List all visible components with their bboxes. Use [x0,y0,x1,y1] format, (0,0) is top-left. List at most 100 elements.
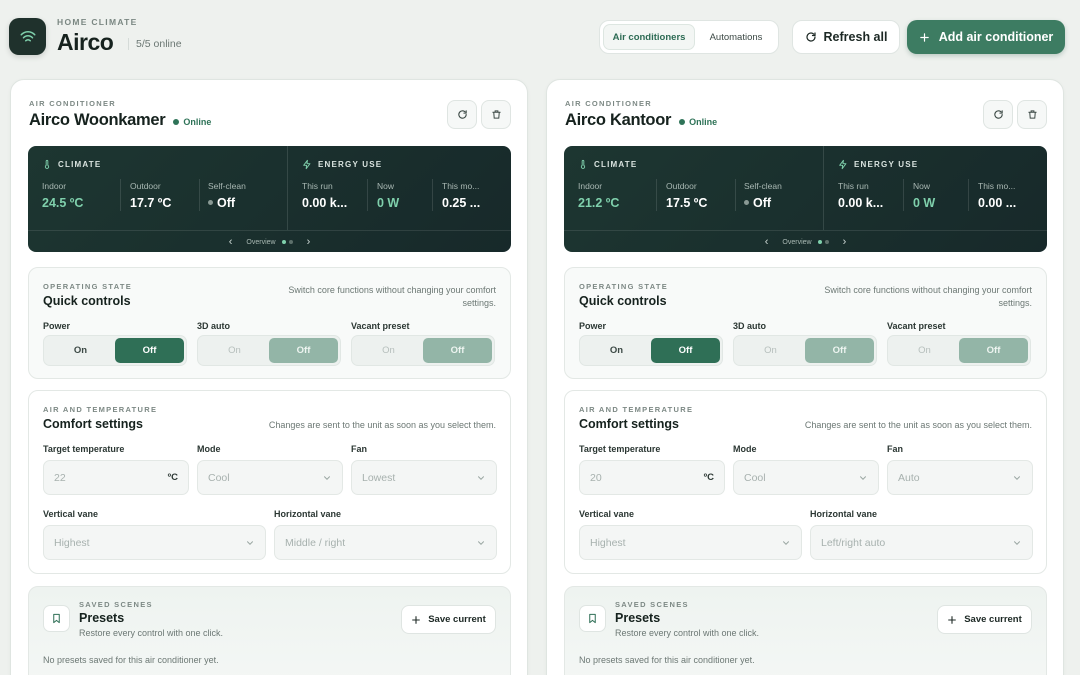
pager-label: Overview [782,238,812,246]
horizontal-vane-select[interactable]: Left/right auto [810,525,1033,560]
fan-label: Fan [887,444,904,454]
presets-panel: SAVED SCENES Presets Restore every contr… [28,586,511,675]
3d-auto-label: 3D auto [197,321,231,331]
refresh-all-button[interactable]: Refresh all [792,20,900,54]
3d-auto-off-option[interactable]: Off [805,338,874,363]
chevron-right-icon[interactable]: › [843,236,847,248]
3d-auto-on-option[interactable]: On [736,338,805,363]
power-label: Power [43,321,71,331]
metric-value: Off [744,196,782,210]
status-label: Online [689,116,718,127]
mode-select[interactable]: Cool [197,460,343,495]
vacant-off-option[interactable]: Off [423,338,492,363]
fan-select[interactable]: Auto [887,460,1033,495]
trash-icon [491,110,501,119]
delete-unit-button[interactable] [1017,100,1047,129]
fan-value: Lowest [362,471,396,484]
section-divider [287,146,288,230]
refresh-icon [993,110,1003,119]
quick-controls-panel: OPERATING STATE Quick controls Switch co… [564,267,1047,379]
metric-this-month: This mo... 0.25 ... [442,181,480,210]
3d-auto-label: 3D auto [733,321,767,331]
power-toggle: On Off [579,335,723,366]
refresh-icon [457,110,467,119]
vertical-vane-label: Vertical vane [579,509,635,519]
pager-dots [817,240,829,244]
panel-title: Presets [615,611,661,625]
metric-divider [968,179,969,211]
vacant-on-option[interactable]: On [354,338,423,363]
metric-label: This mo... [442,181,480,191]
power-on-option[interactable]: On [46,338,115,363]
3d-auto-on-option[interactable]: On [200,338,269,363]
metric-label: This mo... [978,181,1016,191]
card-eyebrow: AIR CONDITIONER [29,99,116,108]
status-dot [744,200,749,206]
panel-eyebrow: SAVED SCENES [615,600,689,609]
panel-description: Changes are sent to the unit as soon as … [268,420,496,430]
panel-description: Switch core functions without changing y… [824,284,1032,310]
chevron-right-icon[interactable]: › [307,236,311,248]
horizontal-vane-select[interactable]: Middle / right [274,525,497,560]
status-badge: Online [679,117,717,127]
horizontal-vane-value: Middle / right [285,536,346,549]
save-current-button[interactable]: Save current [937,605,1032,634]
plus-icon [919,32,929,42]
metric-divider [903,179,904,211]
tab-automations[interactable]: Automations [697,24,775,50]
metric-this-run: This run 0.00 k... [838,181,883,210]
mode-select[interactable]: Cool [733,460,879,495]
power-on-option[interactable]: On [582,338,651,363]
power-off-option[interactable]: Off [115,338,184,363]
metric-this-month: This mo... 0.00 ... [978,181,1016,210]
3d-auto-toggle: On Off [197,335,341,366]
bolt-icon [839,159,847,170]
online-count: 5/5 online [128,38,182,50]
metric-label: Self-clean [208,181,246,191]
fan-select[interactable]: Lowest [351,460,497,495]
metric-label: Outdoor [666,181,697,191]
chevron-left-icon[interactable]: ‹ [229,236,233,248]
chevron-down-icon [783,540,789,545]
chevron-down-icon [1014,540,1020,545]
chevron-down-icon [1014,475,1020,480]
presets-empty-state: No presets saved for this air conditione… [43,655,219,665]
3d-auto-off-option[interactable]: Off [269,338,338,363]
chevron-down-icon [860,475,866,480]
add-air-conditioner-label: Add air conditioner [938,30,1054,44]
tab-air-conditioners[interactable]: Air conditioners [603,24,695,50]
vertical-vane-value: Highest [54,536,90,549]
vacant-off-option[interactable]: Off [959,338,1028,363]
3d-auto-toggle: On Off [733,335,877,366]
energy-section-title: ENERGY USE [838,159,918,170]
vacant-preset-toggle: On Off [887,335,1031,366]
vertical-vane-select[interactable]: Highest [579,525,802,560]
target-temperature-input[interactable]: 22 ºC [43,460,189,495]
vertical-vane-select[interactable]: Highest [43,525,266,560]
mode-value: Cool [744,471,766,484]
target-temperature-label: Target temperature [43,444,125,454]
vacant-on-option[interactable]: On [890,338,959,363]
comfort-settings-panel: AIR AND TEMPERATURE Comfort settings Cha… [28,390,511,574]
target-temperature-input[interactable]: 20 ºC [579,460,725,495]
save-current-button[interactable]: Save current [401,605,496,634]
fan-label: Fan [351,444,368,454]
add-air-conditioner-button[interactable]: Add air conditioner [907,20,1065,54]
comfort-settings-panel: AIR AND TEMPERATURE Comfort settings Cha… [564,390,1047,574]
panel-title: Quick controls [43,294,131,308]
chevron-left-icon[interactable]: ‹ [765,236,769,248]
delete-unit-button[interactable] [481,100,511,129]
power-off-option[interactable]: Off [651,338,720,363]
refresh-unit-button[interactable] [983,100,1013,129]
metric-value: 0 W [377,196,400,210]
metric-divider [656,179,657,211]
air-conditioner-card: AIR CONDITIONER Airco Woonkamer Online C… [10,79,528,675]
panel-description-line: Switch core functions without changing y… [824,285,1032,295]
metric-value: Off [208,196,246,210]
refresh-unit-button[interactable] [447,100,477,129]
metric-outdoor: Outdoor 17.5 ºC [666,181,707,210]
status-dot [208,200,213,206]
panel-description: Switch core functions without changing y… [288,284,496,310]
panel-title: Comfort settings [43,417,143,431]
metric-label: Self-clean [744,181,782,191]
